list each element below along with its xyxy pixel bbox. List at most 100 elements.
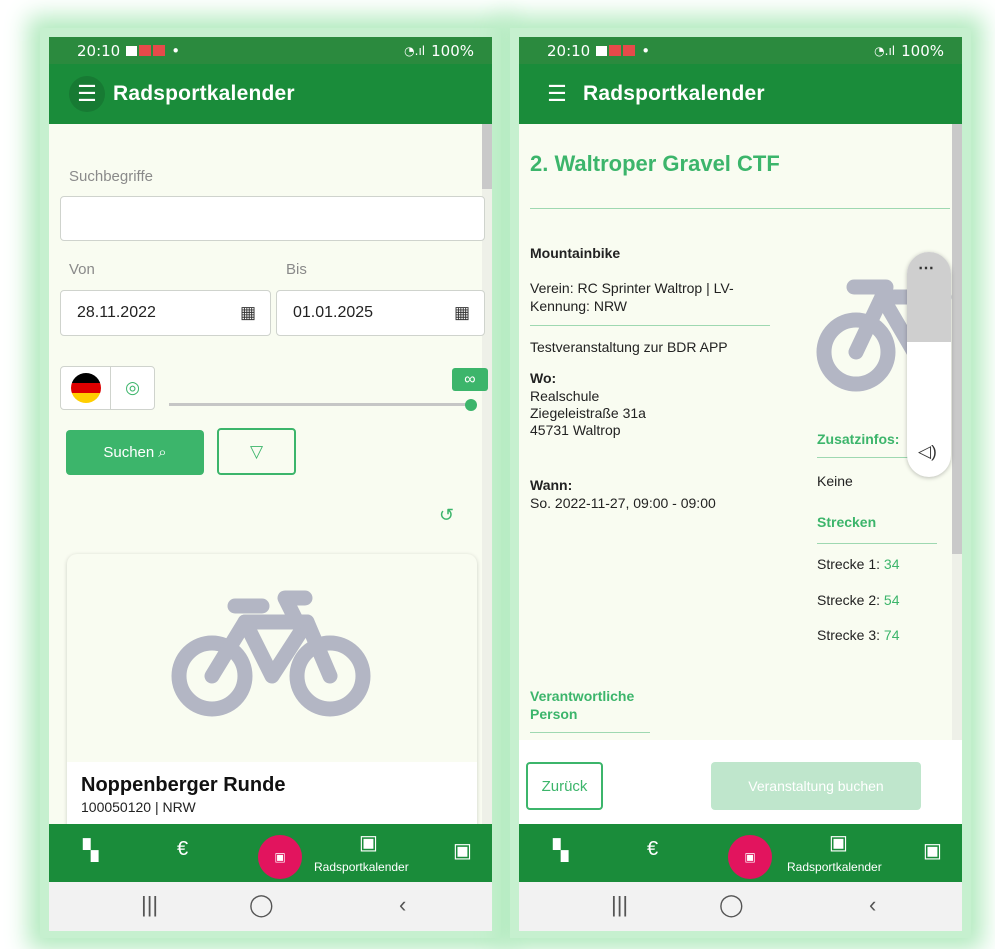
dashboard-icon[interactable]: ▚ bbox=[553, 838, 568, 863]
event-card-title: Noppenberger Runde bbox=[81, 774, 286, 796]
app-title: Radsportkalender bbox=[583, 82, 765, 105]
route-item: Strecke 2: 54 bbox=[817, 592, 900, 608]
distance-slider-track[interactable] bbox=[169, 403, 472, 406]
search-button[interactable]: Suchen ⌕ bbox=[66, 430, 204, 475]
extra-info-value: Keine bbox=[817, 473, 853, 489]
dashboard-icon[interactable]: ▚ bbox=[83, 838, 98, 863]
gallery-icon bbox=[126, 45, 138, 56]
extra-info-label: Zusatzinfos: bbox=[817, 431, 900, 447]
status-time: 20:10 bbox=[77, 41, 121, 60]
calendar-icon[interactable]: ▦ bbox=[240, 303, 256, 323]
euro-icon[interactable]: € bbox=[177, 838, 188, 861]
reset-icon[interactable]: ↺ bbox=[439, 505, 454, 526]
notification-icon bbox=[609, 45, 622, 56]
euro-icon[interactable]: € bbox=[647, 838, 658, 861]
calendar-alt-icon[interactable]: ▣ bbox=[453, 838, 472, 863]
app-bar: ☰ Radsportkalender bbox=[49, 64, 492, 124]
calendar-nav-icon[interactable]: ▣ bbox=[829, 830, 848, 855]
search-label: Suchbegriffe bbox=[69, 168, 153, 185]
address-line: 45731 Waltrop bbox=[530, 422, 621, 438]
when-label: Wann: bbox=[530, 477, 573, 493]
club-divider bbox=[530, 325, 770, 326]
home-icon[interactable]: ◯ bbox=[719, 892, 744, 918]
address-line: Realschule bbox=[530, 388, 600, 404]
gallery-icon bbox=[596, 45, 608, 56]
system-navigation: ||| ◯ ‹ bbox=[519, 882, 962, 931]
event-club: Verein: RC Sprinter Waltrop | LV-Kennung… bbox=[530, 280, 734, 314]
back-icon[interactable]: ‹ bbox=[869, 892, 876, 918]
calendar-nav-label[interactable]: Radsportkalender bbox=[314, 860, 409, 874]
scrollbar-thumb[interactable] bbox=[482, 124, 492, 189]
search-input[interactable] bbox=[60, 196, 485, 241]
app-title: Radsportkalender bbox=[113, 82, 295, 105]
bottom-navigation: ▚ € ▣ ▣ Radsportkalender ▣ bbox=[519, 824, 962, 882]
signal-icon: ◔.ıl bbox=[874, 43, 896, 58]
location-pin-icon[interactable]: ◎ bbox=[111, 367, 154, 409]
signal-icon: ◔.ıl bbox=[404, 43, 426, 58]
battery-level: 100% bbox=[901, 41, 944, 60]
region-selector: ◎ bbox=[60, 366, 155, 410]
recent-apps-icon[interactable]: ||| bbox=[141, 892, 158, 918]
routes-label: Strecken bbox=[817, 514, 877, 530]
event-card-subtitle: 100050120 | NRW bbox=[81, 799, 196, 815]
routes-divider bbox=[817, 543, 937, 544]
volume-panel: ⋯ ◁) bbox=[907, 252, 951, 477]
route-item: Strecke 1: 34 bbox=[817, 556, 900, 572]
event-description: Testveranstaltung zur BDR APP bbox=[530, 339, 728, 355]
status-bar: 20:10 • ◔.ıl 100% bbox=[49, 37, 492, 64]
notification-icon bbox=[623, 45, 636, 56]
more-options-icon[interactable]: ⋯ bbox=[918, 258, 934, 278]
detail-screen: 20:10 • ◔.ıl 100% ☰ Radsportkalender 2. … bbox=[519, 37, 962, 931]
dot-icon: • bbox=[641, 41, 651, 60]
when-value: So. 2022-11-27, 09:00 - 09:00 bbox=[530, 495, 716, 511]
from-date-value: 28.11.2022 bbox=[77, 304, 156, 321]
back-button[interactable]: Zurück bbox=[526, 762, 603, 810]
calendar-nav-icon[interactable]: ▣ bbox=[359, 830, 378, 855]
recent-apps-icon[interactable]: ||| bbox=[611, 892, 628, 918]
from-date-field[interactable]: 28.11.2022 ▦ bbox=[60, 290, 271, 336]
qr-code-button[interactable]: ▣ bbox=[728, 835, 772, 879]
book-event-button[interactable]: Veranstaltung buchen bbox=[711, 762, 921, 810]
to-date-value: 01.01.2025 bbox=[293, 304, 374, 321]
route-item: Strecke 3: 74 bbox=[817, 627, 900, 643]
notification-icon bbox=[153, 45, 166, 56]
where-label: Wo: bbox=[530, 370, 557, 386]
dot-icon: • bbox=[171, 41, 181, 60]
event-card[interactable]: Noppenberger Runde 100050120 | NRW bbox=[67, 554, 477, 834]
speaker-icon[interactable]: ◁) bbox=[918, 442, 937, 462]
title-divider bbox=[530, 208, 950, 209]
status-time: 20:10 bbox=[547, 41, 591, 60]
calendar-nav-label[interactable]: Radsportkalender bbox=[787, 860, 882, 874]
responsible-divider bbox=[530, 732, 650, 733]
germany-flag-icon bbox=[70, 373, 101, 403]
battery-level: 100% bbox=[431, 41, 474, 60]
address-line: Ziegeleistraße 31a bbox=[530, 405, 646, 421]
country-flag-button[interactable] bbox=[61, 367, 111, 409]
event-category: Mountainbike bbox=[530, 245, 621, 261]
bicycle-icon bbox=[171, 590, 371, 717]
filter-icon: ▽ bbox=[249, 441, 264, 461]
from-label: Von bbox=[69, 261, 95, 278]
menu-icon[interactable]: ☰ bbox=[69, 76, 105, 112]
home-icon[interactable]: ◯ bbox=[249, 892, 274, 918]
bottom-navigation: ▚ € ▣ ▣ Radsportkalender ▣ bbox=[49, 824, 492, 882]
range-badge: ∞ bbox=[452, 368, 488, 391]
search-button-label: Suchen bbox=[103, 444, 155, 461]
to-label: Bis bbox=[286, 261, 307, 278]
responsible-person-label: Verantwortliche Person bbox=[530, 688, 635, 722]
qr-code-icon: ▣ bbox=[744, 850, 756, 864]
calendar-icon[interactable]: ▦ bbox=[454, 303, 470, 323]
app-bar: ☰ Radsportkalender bbox=[519, 64, 962, 124]
search-screen: 20:10 • ◔.ıl 100% ☰ Radsportkalender Suc… bbox=[49, 37, 492, 931]
qr-code-button[interactable]: ▣ bbox=[258, 835, 302, 879]
filter-button[interactable]: ▽ bbox=[217, 428, 296, 475]
to-date-field[interactable]: 01.01.2025 ▦ bbox=[276, 290, 485, 336]
back-icon[interactable]: ‹ bbox=[399, 892, 406, 918]
menu-icon[interactable]: ☰ bbox=[539, 76, 575, 112]
action-bar: Zurück Veranstaltung buchen bbox=[519, 740, 962, 824]
distance-slider-handle[interactable] bbox=[465, 399, 477, 411]
calendar-alt-icon[interactable]: ▣ bbox=[923, 838, 942, 863]
notification-icon bbox=[139, 45, 152, 56]
qr-code-icon: ▣ bbox=[274, 850, 286, 864]
event-title: 2. Waltroper Gravel CTF bbox=[530, 151, 780, 176]
